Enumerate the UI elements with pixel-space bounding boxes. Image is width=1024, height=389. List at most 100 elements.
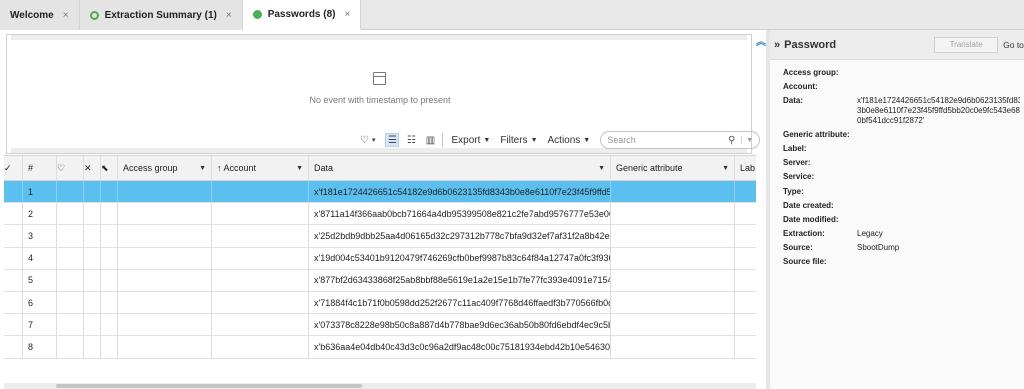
table-row[interactable]: 2 x'8711a14f366aab0bcb71664a4db95399508e8… bbox=[4, 203, 756, 226]
search-input[interactable] bbox=[607, 135, 724, 145]
select-all-checkbox[interactable]: ✓ bbox=[4, 156, 23, 180]
row-pin-cell[interactable] bbox=[101, 181, 118, 203]
row-account-cell[interactable] bbox=[212, 225, 309, 247]
row-access-group-cell[interactable] bbox=[118, 181, 212, 203]
row-account-cell[interactable] bbox=[212, 269, 309, 291]
search-icon[interactable]: ⚲ bbox=[728, 135, 735, 146]
row-account-cell[interactable] bbox=[212, 203, 309, 225]
scrollbar-thumb[interactable] bbox=[56, 384, 362, 388]
table-row[interactable]: 5 x'877bf2d63433868f25ab8bbf88e5619e1a2e1… bbox=[4, 269, 756, 292]
row-data-cell[interactable]: x'8711a14f366aab0bcb71664a4db95399508e82… bbox=[309, 203, 611, 225]
row-generic-attribute-cell[interactable] bbox=[611, 225, 735, 247]
row-number[interactable]: 2 bbox=[23, 203, 57, 225]
row-account-cell[interactable] bbox=[212, 247, 309, 269]
timeline-top-scrollbar[interactable] bbox=[11, 35, 747, 40]
row-checkbox[interactable] bbox=[4, 203, 23, 225]
row-pin-cell[interactable] bbox=[101, 314, 118, 336]
go-to-link[interactable]: Go to bbox=[1003, 40, 1024, 50]
export-button[interactable]: Export ▼ bbox=[451, 135, 490, 146]
row-data-cell[interactable]: x'877bf2d63433868f25ab8bbf88e5619e1a2e15… bbox=[309, 269, 611, 291]
row-checkbox[interactable] bbox=[4, 247, 23, 269]
row-deleted-cell[interactable] bbox=[84, 203, 101, 225]
close-icon[interactable]: × bbox=[226, 10, 232, 21]
row-checkbox[interactable] bbox=[4, 225, 23, 247]
row-number[interactable]: 1 bbox=[23, 181, 57, 203]
row-label-cell[interactable] bbox=[735, 225, 756, 246]
row-tag-cell[interactable] bbox=[57, 203, 84, 225]
row-account-cell[interactable] bbox=[212, 336, 309, 358]
row-pin-cell[interactable] bbox=[101, 247, 118, 269]
row-tag-cell[interactable] bbox=[57, 181, 84, 203]
row-checkbox[interactable] bbox=[4, 269, 23, 291]
row-pin-cell[interactable] bbox=[101, 203, 118, 225]
row-access-group-cell[interactable] bbox=[118, 247, 212, 269]
actions-button[interactable]: Actions ▼ bbox=[548, 135, 591, 146]
row-generic-attribute-cell[interactable] bbox=[611, 247, 735, 269]
column-header-tag[interactable]: ♡ bbox=[57, 156, 84, 180]
table-row[interactable]: 6 x'71884f4c1b71f0b0598dd252f2677c11ac409… bbox=[4, 291, 756, 315]
row-label-cell[interactable] bbox=[735, 336, 756, 357]
row-checkbox[interactable] bbox=[4, 181, 23, 203]
row-checkbox[interactable] bbox=[4, 314, 23, 336]
row-access-group-cell[interactable] bbox=[118, 225, 212, 247]
row-number[interactable]: 4 bbox=[23, 247, 57, 269]
row-pin-cell[interactable] bbox=[101, 269, 118, 291]
row-checkbox[interactable] bbox=[4, 291, 23, 314]
chevron-down-icon[interactable]: ▼ bbox=[199, 165, 206, 172]
column-header-generic-attribute[interactable]: Generic attribute ▼ bbox=[611, 156, 735, 180]
table-row[interactable]: 7 x'073378c8228e98b50c8a887d4b778bae9d6ec… bbox=[4, 314, 756, 337]
row-generic-attribute-cell[interactable] bbox=[611, 314, 735, 336]
tag-filter-button[interactable]: ♡ ▾ bbox=[360, 135, 375, 146]
row-access-group-cell[interactable] bbox=[118, 203, 212, 225]
close-icon[interactable]: × bbox=[345, 9, 351, 20]
row-generic-attribute-cell[interactable] bbox=[611, 269, 735, 291]
row-account-cell[interactable] bbox=[212, 291, 309, 314]
row-label-cell[interactable] bbox=[735, 203, 756, 224]
row-account-cell[interactable] bbox=[212, 181, 309, 203]
row-pin-cell[interactable] bbox=[101, 291, 118, 314]
row-account-cell[interactable] bbox=[212, 314, 309, 336]
row-data-cell[interactable]: x'19d004c53401b9120479f746269cfb0bef9987… bbox=[309, 247, 611, 269]
row-pin-cell[interactable] bbox=[101, 225, 118, 247]
table-row[interactable]: 3 x'25d2bdb9dbb25aa4d06165d32c297312b778c… bbox=[4, 225, 756, 248]
column-header-number[interactable]: # bbox=[23, 156, 57, 180]
row-checkbox[interactable] bbox=[4, 336, 23, 358]
table-row[interactable]: 1 x'f181e1724426651c54182e9d6b0623135fd83… bbox=[4, 181, 756, 204]
row-deleted-cell[interactable] bbox=[84, 247, 101, 269]
row-generic-attribute-cell[interactable] bbox=[611, 291, 735, 314]
row-label-cell[interactable] bbox=[735, 314, 756, 335]
row-access-group-cell[interactable] bbox=[118, 291, 212, 314]
tab-passwords[interactable]: Passwords (8) × bbox=[242, 0, 362, 30]
table-horizontal-scrollbar[interactable] bbox=[4, 383, 756, 389]
chevron-down-icon[interactable]: ▼ bbox=[598, 165, 605, 172]
row-tag-cell[interactable] bbox=[57, 336, 84, 358]
tab-extraction-summary[interactable]: Extraction Summary (1) × bbox=[79, 0, 243, 30]
chevron-down-icon[interactable]: ▼ bbox=[722, 165, 729, 172]
translate-button[interactable]: Translate bbox=[934, 36, 999, 53]
list-view-icon[interactable]: ☰ bbox=[385, 133, 400, 147]
row-deleted-cell[interactable] bbox=[84, 181, 101, 203]
row-number[interactable]: 6 bbox=[23, 291, 57, 314]
column-header-account[interactable]: ↑ Account ▼ bbox=[212, 156, 309, 180]
filters-button[interactable]: Filters ▼ bbox=[500, 135, 537, 146]
row-data-cell[interactable]: x'073378c8228e98b50c8a887d4b778bae9d6ec3… bbox=[309, 314, 611, 336]
row-tag-cell[interactable] bbox=[57, 225, 84, 247]
close-icon[interactable]: × bbox=[63, 10, 69, 21]
row-tag-cell[interactable] bbox=[57, 269, 84, 291]
column-header-deleted[interactable]: ✕ bbox=[84, 156, 101, 180]
row-label-cell[interactable] bbox=[735, 270, 756, 291]
row-number[interactable]: 3 bbox=[23, 225, 57, 247]
row-tag-cell[interactable] bbox=[57, 247, 84, 269]
row-generic-attribute-cell[interactable] bbox=[611, 203, 735, 225]
row-label-cell[interactable] bbox=[735, 248, 756, 269]
row-access-group-cell[interactable] bbox=[118, 336, 212, 358]
row-data-cell[interactable]: x'71884f4c1b71f0b0598dd252f2677c11ac409f… bbox=[309, 291, 611, 314]
tab-welcome[interactable]: Welcome × bbox=[0, 0, 80, 30]
row-number[interactable]: 5 bbox=[23, 269, 57, 291]
row-label-cell[interactable] bbox=[735, 181, 756, 202]
row-generic-attribute-cell[interactable] bbox=[611, 181, 735, 203]
column-view-icon[interactable]: ▥ bbox=[423, 133, 437, 147]
row-generic-attribute-cell[interactable] bbox=[611, 336, 735, 358]
chevron-down-icon[interactable]: ▼ bbox=[741, 136, 753, 144]
row-deleted-cell[interactable] bbox=[84, 336, 101, 358]
